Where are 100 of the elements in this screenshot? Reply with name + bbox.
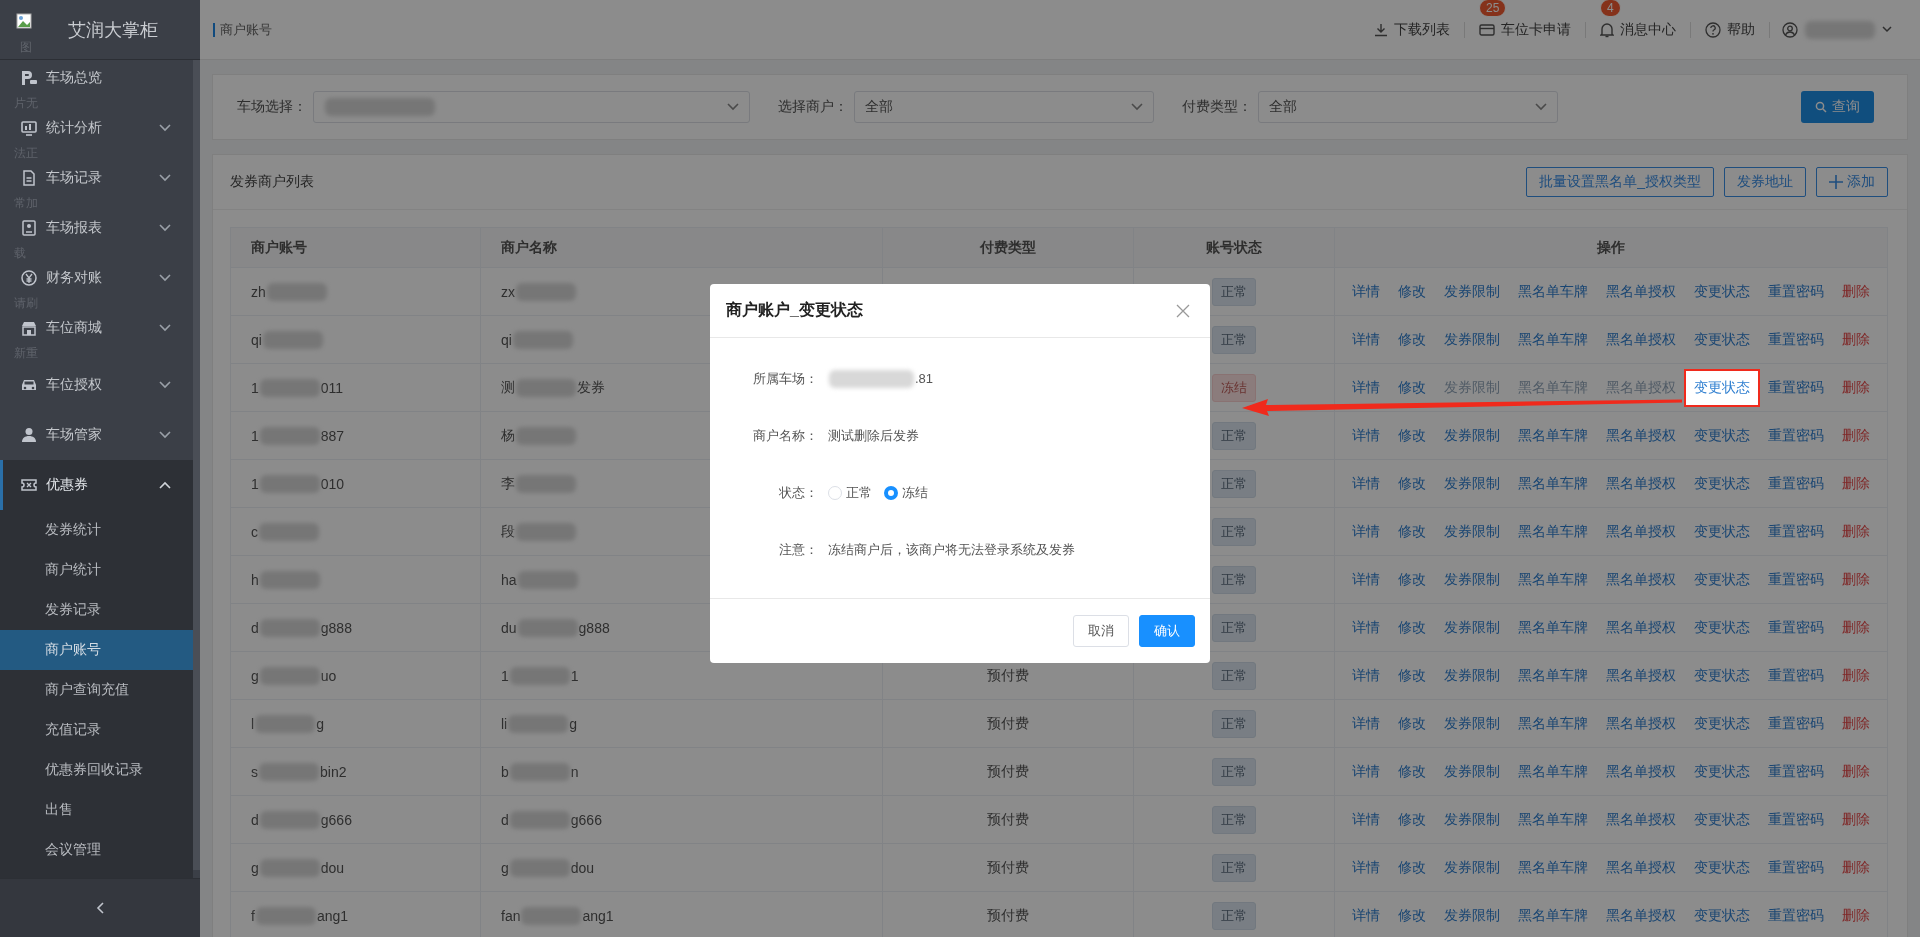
action-link[interactable]: 黑名单授权 [1596, 416, 1686, 455]
action-link[interactable]: 发券限制 [1434, 704, 1510, 743]
toolbar-button[interactable]: 车位卡申请 [1477, 20, 1573, 39]
action-link[interactable]: 重置密码 [1758, 752, 1834, 791]
add-button[interactable]: 添加 [1816, 167, 1888, 197]
action-link[interactable]: 发券限制 [1434, 608, 1510, 647]
submenu-item[interactable]: 发券统计 [0, 510, 193, 550]
submenu-item[interactable]: 发券记录 [0, 590, 193, 630]
radio-button[interactable] [884, 485, 898, 500]
close-icon[interactable] [1176, 303, 1190, 318]
menu-item[interactable]: 车场总览 [0, 60, 193, 96]
submenu-item[interactable]: 会议管理 [0, 830, 193, 870]
action-link[interactable]: 发券限制 [1434, 512, 1510, 551]
submenu-item[interactable]: 商户统计 [0, 550, 193, 590]
toolbar-button[interactable]: 批量设置黑名单_授权类型 [1526, 167, 1714, 197]
submenu-item[interactable]: 商户查询充值 [0, 670, 193, 710]
action-link[interactable]: 黑名单授权 [1596, 896, 1686, 935]
action-link[interactable]: 发券限制 [1434, 416, 1510, 455]
action-link[interactable]: 修改 [1388, 896, 1436, 935]
action-link[interactable]: 删除 [1832, 704, 1880, 743]
action-link[interactable]: 修改 [1388, 320, 1436, 359]
action-link[interactable]: 黑名单车牌 [1508, 416, 1598, 455]
action-link[interactable]: 详情 [1342, 848, 1390, 887]
action-link[interactable]: 删除 [1832, 896, 1880, 935]
action-link[interactable]: 删除 [1832, 320, 1880, 359]
action-link[interactable]: 重置密码 [1758, 848, 1834, 887]
action-link[interactable]: 发券限制 [1434, 320, 1510, 359]
action-link[interactable]: 变更状态 [1684, 560, 1760, 599]
action-link[interactable]: 详情 [1342, 368, 1390, 407]
submenu-item[interactable]: 商户账号 [0, 630, 193, 670]
confirm-button[interactable]: 确认 [1139, 615, 1195, 647]
breadcrumb[interactable]: 商户账号 [213, 22, 272, 37]
menu-item[interactable]: 优惠券 [0, 460, 193, 510]
action-link[interactable]: 重置密码 [1758, 800, 1834, 839]
action-link[interactable]: 重置密码 [1758, 896, 1834, 935]
cancel-button[interactable]: 取消 [1073, 615, 1129, 647]
action-link[interactable]: 详情 [1342, 896, 1390, 935]
action-link[interactable]: 详情 [1342, 752, 1390, 791]
action-link[interactable]: 重置密码 [1758, 512, 1834, 551]
action-link[interactable]: 黑名单车牌 [1508, 848, 1598, 887]
action-link[interactable]: 黑名单授权 [1596, 272, 1686, 311]
action-link[interactable]: 黑名单授权 [1596, 800, 1686, 839]
menu-item[interactable]: 车位授权 [0, 360, 193, 410]
action-link[interactable]: 详情 [1342, 416, 1390, 455]
action-link[interactable]: 变更状态 [1684, 704, 1760, 743]
action-link[interactable]: 删除 [1832, 560, 1880, 599]
scrollbar[interactable] [193, 60, 200, 870]
radio-option[interactable]: 冻结 [884, 483, 928, 502]
menu-item[interactable]: 车场管家 [0, 410, 193, 460]
search-button[interactable]: 查询 [1801, 91, 1874, 123]
action-link[interactable]: 重置密码 [1758, 608, 1834, 647]
action-link[interactable]: 修改 [1388, 656, 1436, 695]
action-link[interactable]: 发券限制 [1434, 656, 1510, 695]
action-link[interactable]: 修改 [1388, 560, 1436, 599]
action-link[interactable]: 黑名单授权 [1596, 320, 1686, 359]
action-link[interactable]: 变更状态 [1684, 848, 1760, 887]
collapse-bar[interactable] [0, 878, 200, 937]
action-link[interactable]: 重置密码 [1758, 704, 1834, 743]
action-link[interactable]: 详情 [1342, 656, 1390, 695]
action-link[interactable]: 黑名单车牌 [1508, 704, 1598, 743]
action-link[interactable]: 删除 [1832, 608, 1880, 647]
submenu-item[interactable]: 优惠券回收记录 [0, 750, 193, 790]
action-link[interactable]: 变更状态 [1684, 656, 1760, 695]
action-link[interactable]: 变更状态 [1684, 416, 1760, 455]
action-link[interactable]: 详情 [1342, 800, 1390, 839]
action-link[interactable]: 详情 [1342, 704, 1390, 743]
action-link[interactable]: 删除 [1832, 464, 1880, 503]
action-link[interactable]: 修改 [1388, 848, 1436, 887]
action-link[interactable]: 详情 [1342, 272, 1390, 311]
toolbar-button[interactable]: 下载列表 [1372, 20, 1452, 39]
action-link[interactable]: 变更状态 [1684, 752, 1760, 791]
action-link[interactable]: 修改 [1388, 464, 1436, 503]
action-link[interactable]: 发券限制 [1434, 752, 1510, 791]
menu-item[interactable]: 车位商城 [0, 310, 193, 346]
submenu-item[interactable]: 充值记录 [0, 710, 193, 750]
action-link[interactable]: 发券限制 [1434, 272, 1510, 311]
action-link[interactable]: 修改 [1388, 368, 1436, 407]
menu-item[interactable]: 统计分析 [0, 110, 193, 146]
user-menu[interactable] [1782, 20, 1892, 39]
menu-item[interactable]: 财务对账 [0, 260, 193, 296]
action-link[interactable]: 变更状态 [1684, 320, 1760, 359]
action-link[interactable]: 删除 [1832, 416, 1880, 455]
action-link[interactable]: 重置密码 [1758, 656, 1834, 695]
toolbar-button[interactable]: 发券地址 [1724, 167, 1806, 197]
action-link[interactable]: 重置密码 [1758, 320, 1834, 359]
action-link[interactable]: 黑名单车牌 [1508, 512, 1598, 551]
action-link[interactable]: 删除 [1832, 752, 1880, 791]
action-link[interactable]: 删除 [1832, 512, 1880, 551]
action-link[interactable]: 修改 [1388, 512, 1436, 551]
action-link[interactable]: 变更状态 [1684, 800, 1760, 839]
action-link[interactable]: 删除 [1832, 368, 1880, 407]
select-field[interactable] [313, 91, 750, 123]
toolbar-button[interactable]: 帮助 [1703, 20, 1757, 39]
action-link[interactable]: 变更状态 [1684, 464, 1760, 503]
action-link[interactable]: 黑名单授权 [1596, 608, 1686, 647]
action-link[interactable]: 重置密码 [1758, 560, 1834, 599]
action-link[interactable]: 变更状态 [1684, 512, 1760, 551]
action-link[interactable]: 发券限制 [1434, 896, 1510, 935]
action-link[interactable]: 详情 [1342, 608, 1390, 647]
action-link[interactable]: 变更状态 [1684, 896, 1760, 935]
